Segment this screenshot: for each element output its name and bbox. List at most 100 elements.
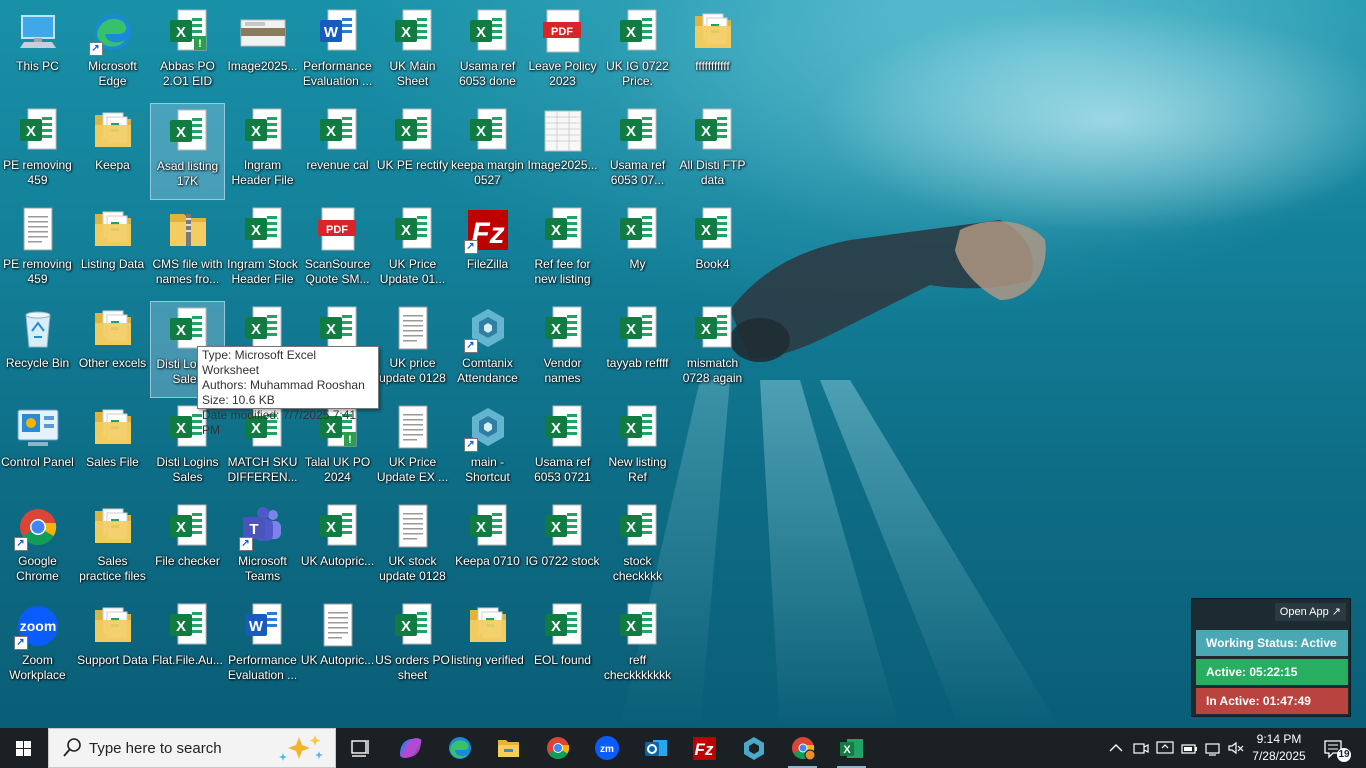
desktop-icon[interactable]: X Ingram Stock Header File — [225, 202, 300, 299]
desktop-icon[interactable]: X PE removing 459 — [0, 103, 75, 200]
search-icon — [63, 738, 81, 757]
zoom-taskbar-button[interactable]: zm — [582, 728, 631, 768]
desktop-icon-label: Ref fee for new listing — [534, 257, 591, 286]
excel-taskbar-button[interactable]: X — [827, 728, 876, 768]
excel-icon: X — [614, 305, 662, 353]
notification-count: 19 — [1338, 749, 1350, 760]
desktop-icon[interactable]: X Ref fee for new listing — [525, 202, 600, 299]
notification-center-button[interactable]: 19 — [1320, 735, 1354, 763]
desktop-icon[interactable]: Keepa — [75, 103, 150, 200]
desktop-icon[interactable]: Image2025... — [225, 4, 300, 101]
desktop-icon[interactable]: This PC — [0, 4, 75, 101]
edge-icon — [449, 737, 471, 759]
battery-icon[interactable] — [1179, 738, 1199, 758]
filezilla-taskbar-button[interactable]: Fz — [680, 728, 729, 768]
desktop-icon[interactable]: Xreff checkkkkkkk — [600, 598, 675, 695]
chevron-up-icon[interactable] — [1106, 738, 1126, 758]
copilot-button[interactable] — [386, 728, 435, 768]
desktop-icon[interactable]: listing verified — [450, 598, 525, 695]
desktop-icon[interactable]: UK stock update 0128 — [375, 499, 450, 596]
desktop-icon[interactable]: X! Abbas PO 2.O1 EID — [150, 4, 225, 101]
desktop-icon[interactable]: zoom ↗ Zoom Workplace — [0, 598, 75, 695]
volume-muted-icon[interactable] — [1226, 738, 1246, 758]
excel-icon: X — [14, 107, 62, 155]
desktop-icon[interactable]: X Usama ref 6053 07... — [600, 103, 675, 200]
desktop-icon[interactable]: X Asad listing 17K — [150, 103, 225, 200]
desktop-icon[interactable]: X UK Price Update 01... — [375, 202, 450, 299]
desktop-icon[interactable]: X EOL found — [525, 598, 600, 695]
desktop-icon[interactable]: W Performance Evaluation ... — [225, 598, 300, 695]
desktop-icon[interactable]: Xrevenue cal — [300, 103, 375, 200]
edge-taskbar-button[interactable] — [435, 728, 484, 768]
excel-icon: X — [164, 503, 212, 551]
desktop-icon[interactable]: UK Autopric... — [300, 598, 375, 695]
desktop-icon[interactable]: Xmismatch 0728 again — [675, 301, 750, 398]
desktop-icon-label: Image2025... — [227, 59, 298, 73]
desktop-icon[interactable]: PDF Leave Policy 2023 — [525, 4, 600, 101]
comtanix-taskbar-button[interactable] — [729, 728, 778, 768]
desktop-icon[interactable]: Image2025... — [525, 103, 600, 200]
screen-share-icon[interactable] — [1155, 738, 1175, 758]
network-icon[interactable] — [1203, 738, 1223, 758]
desktop-icon[interactable]: X UK Autopric... — [300, 499, 375, 596]
open-app-button[interactable]: Open App ↗ — [1274, 603, 1346, 621]
chrome-profile-taskbar-button[interactable] — [778, 728, 827, 768]
desktop-icon[interactable]: Other excels — [75, 301, 150, 398]
desktop-icon[interactable]: X IG 0722 stock — [525, 499, 600, 596]
search-box[interactable]: Type here to search — [48, 728, 336, 768]
desktop-icon[interactable]: Sales practice files — [75, 499, 150, 596]
desktop-icon[interactable]: X Ingram Header File — [225, 103, 300, 200]
meet-now-icon[interactable] — [1131, 738, 1151, 758]
svg-text:X: X — [325, 321, 335, 338]
desktop-icon-label: Control Panel — [1, 455, 74, 469]
desktop-icon[interactable]: Control Panel — [0, 400, 75, 497]
desktop-icon[interactable]: Recycle Bin — [0, 301, 75, 398]
desktop-icon[interactable]: X File checker — [150, 499, 225, 596]
desktop-icon[interactable]: X UK Main Sheet — [375, 4, 450, 101]
desktop-icon[interactable]: X All Disti FTP data — [675, 103, 750, 200]
excel-icon: X — [539, 206, 587, 254]
desktop-icon[interactable]: Fz ↗ FileZilla — [450, 202, 525, 299]
desktop-icon[interactable]: ↗ Comtanix Attendance — [450, 301, 525, 398]
desktop-icon[interactable]: X Vendor names — [525, 301, 600, 398]
desktop-icon[interactable]: Listing Data — [75, 202, 150, 299]
desktop-icon[interactable]: X Flat.File.Au... — [150, 598, 225, 695]
desktop-icon[interactable]: X New listing Ref — [600, 400, 675, 497]
desktop-icon[interactable]: X US orders PO sheet — [375, 598, 450, 695]
desktop-icon[interactable]: Sales File — [75, 400, 150, 497]
desktop-icon-label: UK Main Sheet — [389, 59, 436, 88]
tooltip-type: Type: Microsoft Excel Worksheet — [202, 348, 317, 377]
desktop-icon[interactable]: ↗ main - Shortcut — [450, 400, 525, 497]
desktop-icon[interactable]: fffffffffff — [675, 4, 750, 101]
desktop-icon[interactable]: X Keepa 0710 — [450, 499, 525, 596]
desktop-icon[interactable]: UK price update 0128 — [375, 301, 450, 398]
desktop-icon[interactable]: Xtayyab reffff — [600, 301, 675, 398]
desktop-icon[interactable]: X UK PE rectify — [375, 103, 450, 200]
desktop-icon[interactable]: X UK IG 0722 Price. — [600, 4, 675, 101]
desktop-icon[interactable]: X Book4 — [675, 202, 750, 299]
desktop-icon[interactable]: ↗ Google Chrome — [0, 499, 75, 596]
desktop-icon[interactable]: CMS file with names fro... — [150, 202, 225, 299]
outlook-taskbar-button[interactable] — [631, 728, 680, 768]
desktop-icon[interactable]: T ↗ Microsoft Teams — [225, 499, 300, 596]
desktop-icon[interactable]: Xkeepa margin 0527 — [450, 103, 525, 200]
desktop-icon[interactable]: X Usama ref 6053 done — [450, 4, 525, 101]
desktop-icon[interactable]: X My — [600, 202, 675, 299]
file-explorer-button[interactable] — [484, 728, 533, 768]
desktop-icon[interactable]: Support Data — [75, 598, 150, 695]
desktop-icon[interactable]: ↗ Microsoft Edge — [75, 4, 150, 101]
desktop-icon[interactable]: X Usama ref 6053 0721 — [525, 400, 600, 497]
desktop-icon[interactable]: UK Price Update EX ... — [375, 400, 450, 497]
desktop-icon[interactable]: Xstock checkkkk — [600, 499, 675, 596]
desktop-icon-label: reff checkkkkkkk — [603, 653, 672, 682]
desktop-icon[interactable]: PDF ScanSource Quote SM... — [300, 202, 375, 299]
chrome-taskbar-button[interactable] — [533, 728, 582, 768]
desktop-icon-label: listing verified — [451, 653, 524, 667]
desktop-icon[interactable]: W Performance Evaluation ... — [300, 4, 375, 101]
system-clock[interactable]: 9:14 PM 7/28/2025 — [1248, 731, 1310, 765]
edge-icon: ↗ — [88, 8, 137, 56]
task-view-button[interactable] — [336, 728, 385, 768]
desktop-icon[interactable]: PE removing 459 — [0, 202, 75, 299]
start-button[interactable] — [0, 728, 48, 768]
desktop-icon-label: ScanSource Quote SM... — [304, 257, 371, 286]
